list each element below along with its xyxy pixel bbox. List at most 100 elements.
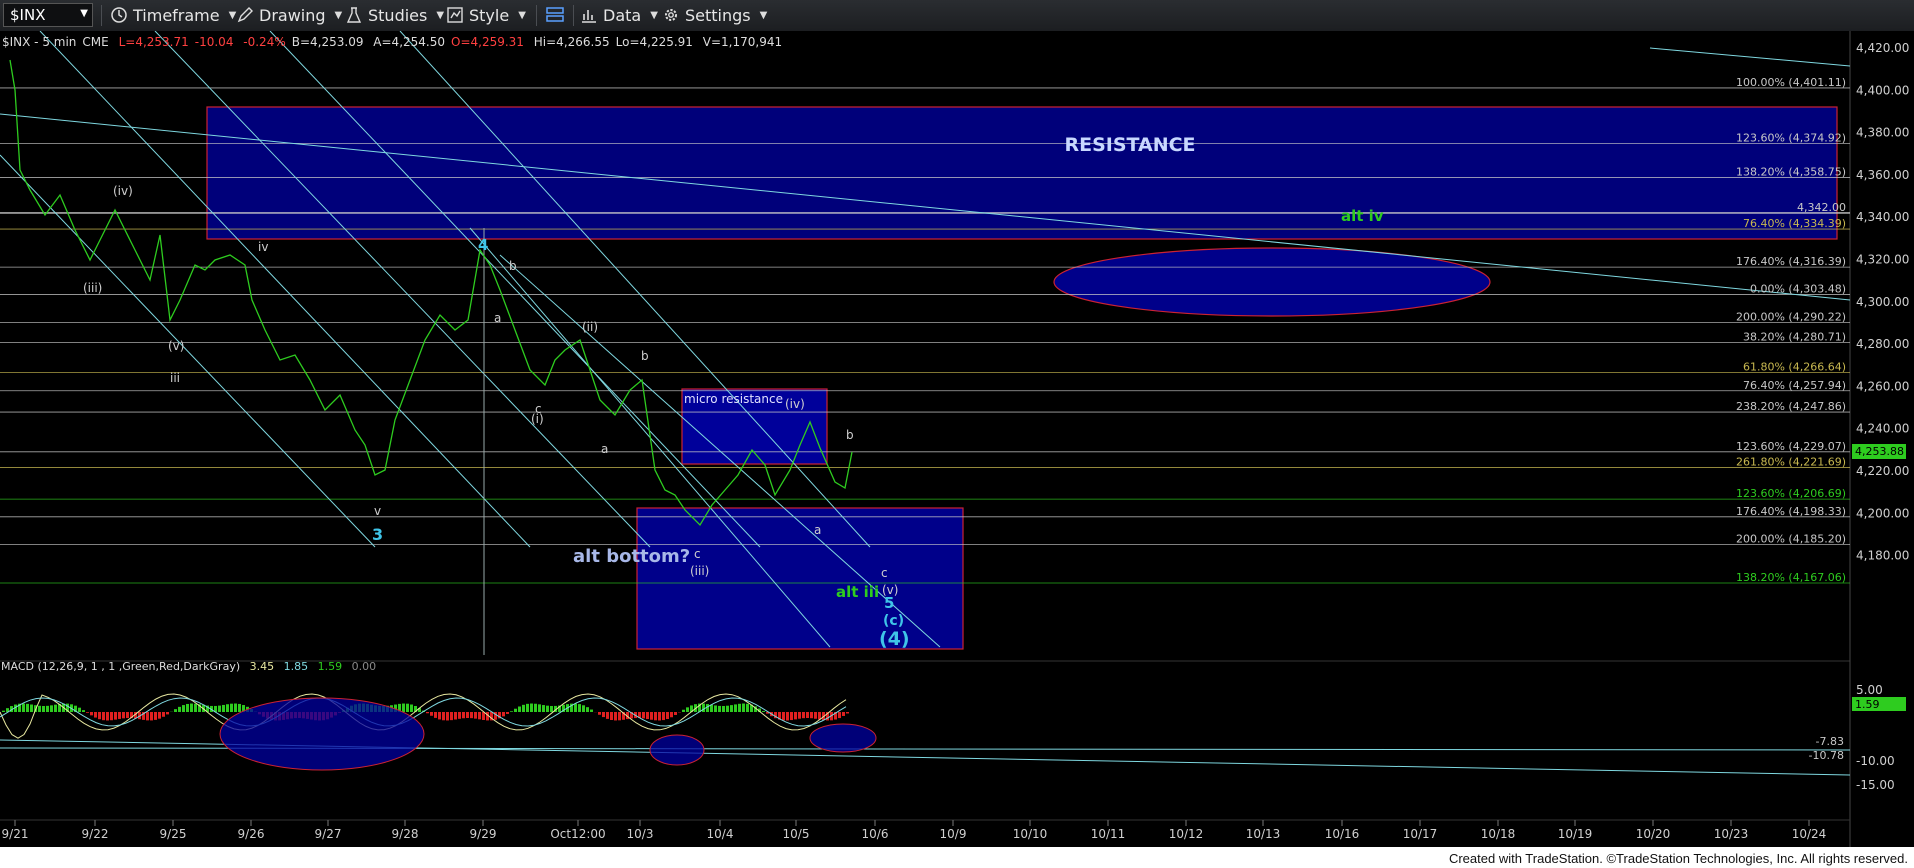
settings-menu[interactable]: Settings ▼ [662, 3, 767, 27]
macd-bar [98, 712, 101, 720]
macd-bar [526, 703, 529, 712]
fib-label: 61.80% (4,266.64) [1743, 360, 1846, 373]
timeframe-menu[interactable]: Timeframe ▼ [110, 3, 236, 27]
macd-bar [514, 708, 517, 712]
price-tick: 4,240.00 [1856, 422, 1909, 436]
macd-bar [102, 712, 105, 721]
macd-bar [150, 712, 153, 721]
bar-chart-icon [582, 10, 596, 23]
time-label: 10/18 [1481, 827, 1516, 841]
macd-bar [118, 712, 121, 719]
price-tick: 4,400.00 [1856, 83, 1909, 97]
macd-header: MACD (12,26,9, 1 , 1 ,Green,Red,DarkGray… [1, 660, 376, 673]
macd-bar [686, 707, 689, 712]
symbol-input[interactable]: $INX ▼ [3, 3, 93, 27]
pencil-icon [237, 7, 253, 23]
macd-bar [402, 703, 405, 712]
macd-bar [190, 703, 193, 712]
support-zone [636, 507, 964, 650]
wave-3-label: 3 [372, 525, 383, 544]
time-label: Oct12:00 [550, 827, 605, 841]
macd-mark: -10.78 [1809, 749, 1844, 762]
layout-button[interactable] [545, 3, 565, 27]
time-label: 10/20 [1636, 827, 1671, 841]
macd-bar [146, 712, 149, 721]
macd-bar [646, 712, 649, 720]
macd-bar [658, 712, 661, 721]
time-label: 9/27 [315, 827, 342, 841]
macd-bar [230, 703, 233, 712]
price-tick: 4,300.00 [1856, 295, 1909, 309]
macd-bar [790, 712, 793, 721]
alt-iv-label: alt iv [1341, 207, 1384, 225]
toolbar-separator [536, 5, 537, 26]
macd-bar [166, 712, 169, 715]
wave-label: a [814, 523, 821, 537]
style-label: Style [469, 5, 510, 25]
time-label: 9/28 [392, 827, 419, 841]
macd-bar [842, 712, 845, 716]
macd-bar [114, 712, 117, 720]
toolbar-separator [101, 5, 102, 26]
target-ellipse [1053, 247, 1491, 317]
macd-bar [614, 712, 617, 721]
wave-label: b [509, 259, 517, 273]
macd-bar [806, 712, 809, 719]
macd-bar [474, 712, 477, 719]
macd-bar [178, 706, 181, 712]
macd-bar [666, 712, 669, 719]
macd-bar [442, 712, 445, 721]
wave-label: v [374, 504, 381, 518]
macd-bar [502, 712, 505, 717]
chart-toolbar: $INX ▼ Timeframe ▼ Drawing ▼ Studies ▼ S… [0, 0, 1914, 32]
macd-bar [82, 710, 85, 712]
macd-bar [722, 705, 725, 712]
macd-bar [518, 706, 521, 712]
wave-label: c [881, 566, 888, 580]
macd-bar [742, 703, 745, 712]
macd-bar [226, 704, 229, 712]
data-menu[interactable]: Data ▼ [580, 3, 658, 27]
macd-bar [54, 704, 57, 712]
wave-label: b [641, 349, 649, 363]
macd-bar [26, 703, 29, 712]
fib-label: 0.00% (4,303.48) [1750, 282, 1846, 295]
chevron-down-icon: ▼ [650, 9, 658, 21]
macd-bar [730, 705, 733, 712]
chevron-down-icon: ▼ [436, 9, 445, 21]
macd-bar [194, 703, 197, 712]
studies-menu[interactable]: Studies ▼ [345, 3, 444, 27]
macd-bar [654, 712, 657, 721]
macd-bar [86, 712, 89, 713]
current-price-label: 4,253.88 [1855, 445, 1904, 458]
style-menu[interactable]: Style ▼ [446, 3, 526, 27]
chevron-down-icon: ▼ [518, 9, 526, 21]
macd-bar [814, 712, 817, 719]
time-label: 10/6 [862, 827, 889, 841]
macd-bar [734, 704, 737, 712]
macd-bar [218, 705, 221, 712]
copyright-footer: Created with TradeStation. ©TradeStation… [1448, 851, 1908, 866]
macd-bar [738, 703, 741, 712]
wave-label: (iv) [113, 184, 133, 198]
macd-bar [782, 712, 785, 721]
tradestation-window: $INX ▼ Timeframe ▼ Drawing ▼ Studies ▼ S… [0, 0, 1914, 868]
chart-canvas[interactable]: $INX - 5 min CME L=4,253.71 -10.04 -0.24% B… [0, 31, 1914, 847]
style-icon [447, 7, 463, 23]
macd-bar [846, 712, 849, 714]
macd-bar [406, 703, 409, 712]
macd-bar [78, 707, 81, 712]
studies-label: Studies [368, 5, 428, 25]
wave-label: c [694, 547, 701, 561]
time-label: 9/29 [470, 827, 497, 841]
macd-ellipse [809, 723, 877, 753]
fib-label: 123.60% (4,206.69) [1736, 487, 1846, 500]
macd-tick: 5.00 [1856, 683, 1883, 697]
macd-bar [434, 712, 437, 718]
settings-label: Settings [685, 5, 751, 25]
macd-bar [106, 712, 109, 721]
drawing-menu[interactable]: Drawing ▼ [236, 3, 342, 27]
macd-bar [670, 712, 673, 718]
time-label: 9/22 [82, 827, 109, 841]
macd-bar [438, 712, 441, 720]
